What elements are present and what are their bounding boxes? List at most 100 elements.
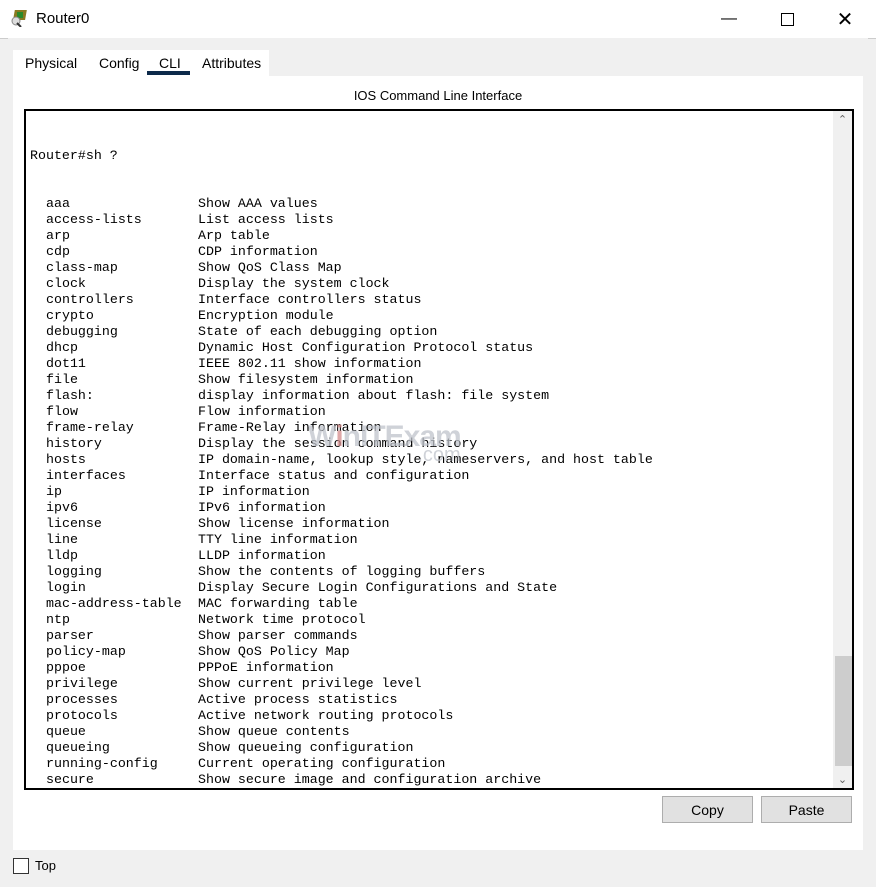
command-row: queueing Show queueing configuration: [30, 740, 653, 756]
command-row: aaa Show AAA values: [30, 196, 653, 212]
minimize-icon: —: [721, 10, 737, 27]
command-name: privilege: [46, 676, 118, 691]
command-row: arp Arp table: [30, 228, 653, 244]
command-row: policy-map Show QoS Policy Map: [30, 644, 653, 660]
command-description: Show queueing configuration: [198, 740, 414, 755]
command-description: IPv6 information: [198, 500, 326, 515]
command-name: login: [46, 580, 86, 595]
command-description: IP domain-name, lookup style, nameserver…: [198, 452, 653, 467]
command-row: frame-relay Frame-Relay information: [30, 420, 653, 436]
tab-cli[interactable]: CLI: [159, 55, 181, 71]
command-row: privilege Show current privilege level: [30, 676, 653, 692]
cli-heading: IOS Command Line Interface: [353, 88, 523, 103]
command-row: login Display Secure Login Configurations…: [30, 580, 653, 596]
command-row: sessionsInformation about Telnet connect…: [30, 788, 653, 790]
command-name: dhcp: [46, 340, 78, 355]
command-name: lldp: [46, 548, 78, 563]
command-name: pppoe: [46, 660, 86, 675]
command-row: clock Display the system clock: [30, 276, 653, 292]
scroll-up-icon[interactable]: ⌃: [833, 113, 852, 126]
command-name: frame-relay: [46, 420, 134, 435]
command-row: file Show filesystem information: [30, 372, 653, 388]
command-name: queue: [46, 724, 86, 739]
paste-button[interactable]: Paste: [761, 796, 852, 823]
command-name: line: [46, 532, 78, 547]
maximize-button[interactable]: [758, 0, 816, 38]
command-name: dot11: [46, 356, 86, 371]
terminal[interactable]: Router#sh ? aaa Show AAA values access-lis…: [24, 109, 854, 790]
command-description: Show secure image and configuration arch…: [198, 772, 542, 787]
tab-physical[interactable]: Physical: [25, 55, 77, 71]
minimize-button[interactable]: —: [700, 0, 758, 38]
command-row: history Display the session command histo…: [30, 436, 653, 452]
command-description: Network time protocol: [198, 612, 366, 627]
command-description: PPPoE information: [198, 660, 334, 675]
command-description: Dynamic Host Configuration Protocol stat…: [198, 340, 534, 355]
command-name: protocols: [46, 708, 118, 723]
top-checkbox[interactable]: [13, 858, 29, 874]
command-description: display information about flash: file sy…: [198, 388, 550, 403]
command-description: CDP information: [198, 244, 318, 259]
command-description: Show QoS Policy Map: [198, 644, 350, 659]
command-name: sessions: [30, 788, 198, 790]
command-row: parser Show parser commands: [30, 628, 653, 644]
command-name: hosts: [46, 452, 86, 467]
command-name: running-config: [46, 756, 158, 771]
command-row: dot11 IEEE 802.11 show information: [30, 356, 653, 372]
command-description: Encryption module: [198, 308, 334, 323]
command-name: mac-address-table: [46, 596, 182, 611]
command-name: cdp: [46, 244, 70, 259]
command-description: Show parser commands: [198, 628, 358, 643]
command-row: line TTY line information: [30, 532, 653, 548]
command-row: interfaces Interface status and configura…: [30, 468, 653, 484]
command-name: crypto: [46, 308, 94, 323]
command-row: pppoe PPPoE information: [30, 660, 653, 676]
command-description: Frame-Relay information: [198, 420, 382, 435]
command-row: logging Show the contents of logging buff…: [30, 564, 653, 580]
command-row: lldp LLDP information: [30, 548, 653, 564]
command-row: hosts IP domain-name, lookup style, names…: [30, 452, 653, 468]
command-row: ip IP information: [30, 484, 653, 500]
command-name: history: [46, 436, 102, 451]
close-icon: ✕: [836, 8, 854, 31]
command-row: ipv6 IPv6 information: [30, 500, 653, 516]
command-row: protocols Active network routing protocol…: [30, 708, 653, 724]
command-description: List access lists: [198, 212, 334, 227]
command-description: Show filesystem information: [198, 372, 414, 387]
command-description: Active process statistics: [198, 692, 398, 707]
command-description: IEEE 802.11 show information: [198, 356, 422, 371]
command-description: Arp table: [198, 228, 270, 243]
close-button[interactable]: ✕: [816, 0, 874, 38]
command-name: ntp: [46, 612, 70, 627]
command-description: TTY line information: [198, 532, 358, 547]
command-description: State of each debugging option: [198, 324, 438, 339]
terminal-output: Router#sh ? aaa Show AAA values access-lis…: [30, 116, 653, 790]
command-description: Show queue contents: [198, 724, 350, 739]
command-description: Display the session command history: [198, 436, 478, 451]
window-title: Router0: [36, 10, 90, 27]
command-name: file: [46, 372, 78, 387]
command-description: IP information: [198, 484, 310, 499]
command-description: Interface status and configuration: [198, 468, 470, 483]
command-name: aaa: [46, 196, 70, 211]
scroll-down-icon[interactable]: ⌄: [833, 773, 852, 786]
command-row: cdp CDP information: [30, 244, 653, 260]
command-description: Show AAA values: [198, 196, 318, 211]
scrollbar-thumb[interactable]: [835, 656, 852, 766]
command-row: ntp Network time protocol: [30, 612, 653, 628]
scrollbar[interactable]: ⌃ ⌄: [833, 111, 852, 788]
tab-config[interactable]: Config: [99, 55, 139, 71]
command-row: flash: display information about flash: f…: [30, 388, 653, 404]
command-description: LLDP information: [198, 548, 326, 563]
active-tab-indicator: [147, 71, 190, 75]
command-description: MAC forwarding table: [198, 596, 358, 611]
command-name: flash:: [46, 388, 94, 403]
command-row: flow Flow information: [30, 404, 653, 420]
command-description: Display Secure Login Configurations and …: [198, 580, 558, 595]
tab-attributes[interactable]: Attributes: [202, 55, 261, 71]
command-description: Current operating configuration: [198, 756, 446, 771]
command-name: access-lists: [46, 212, 142, 227]
command-name: policy-map: [46, 644, 126, 659]
command-name: ipv6: [46, 500, 78, 515]
copy-button[interactable]: Copy: [662, 796, 753, 823]
